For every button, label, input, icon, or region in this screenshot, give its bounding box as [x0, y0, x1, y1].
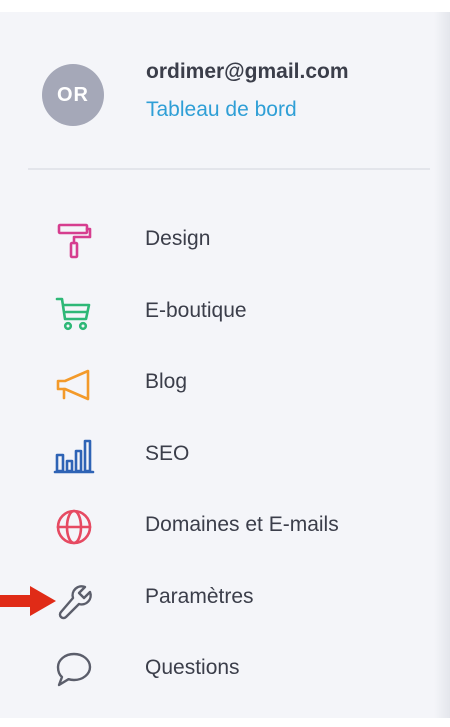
sidebar-item-domains[interactable]: Domaines et E-mails	[0, 489, 440, 561]
profile-header: OR ordimer@gmail.com Tableau de bord	[42, 58, 432, 130]
sidebar-item-e-boutique[interactable]: E-boutique	[0, 275, 440, 347]
speech-bubble-icon	[52, 648, 96, 692]
sidebar-item-seo[interactable]: SEO	[0, 418, 440, 490]
divider	[28, 168, 430, 170]
sidebar-item-label: Domaines et E-mails	[145, 513, 339, 536]
sidebar-item-label: Blog	[145, 370, 188, 393]
red-arrow-icon	[0, 586, 56, 616]
sidebar-item-label: Paramètres	[145, 584, 254, 608]
sidebar-item-label: E-boutique	[145, 298, 247, 322]
sidebar-item-design[interactable]: Design	[0, 203, 440, 275]
bar-chart-icon	[52, 434, 96, 478]
globe-icon	[52, 505, 96, 549]
sidebar-item-parametres[interactable]: Paramètres	[0, 561, 440, 633]
avatar[interactable]: OR	[42, 64, 104, 126]
dashboard-link[interactable]: Tableau de bord	[146, 98, 297, 122]
sidebar-item-blog[interactable]: Blog	[0, 346, 440, 418]
sidebar-menu: Design E-boutique Blog SEO Domaines et E…	[0, 203, 440, 704]
sidebar-item-label: Design	[145, 227, 211, 250]
user-email: ordimer@gmail.com	[146, 60, 349, 83]
sidebar-item-label: SEO	[145, 441, 190, 465]
paint-roller-icon	[52, 219, 96, 263]
megaphone-icon	[52, 362, 96, 406]
sidebar-item-label: Questions	[145, 656, 240, 679]
sidebar-item-questions[interactable]: Questions	[0, 632, 440, 704]
shopping-cart-icon	[52, 291, 96, 335]
